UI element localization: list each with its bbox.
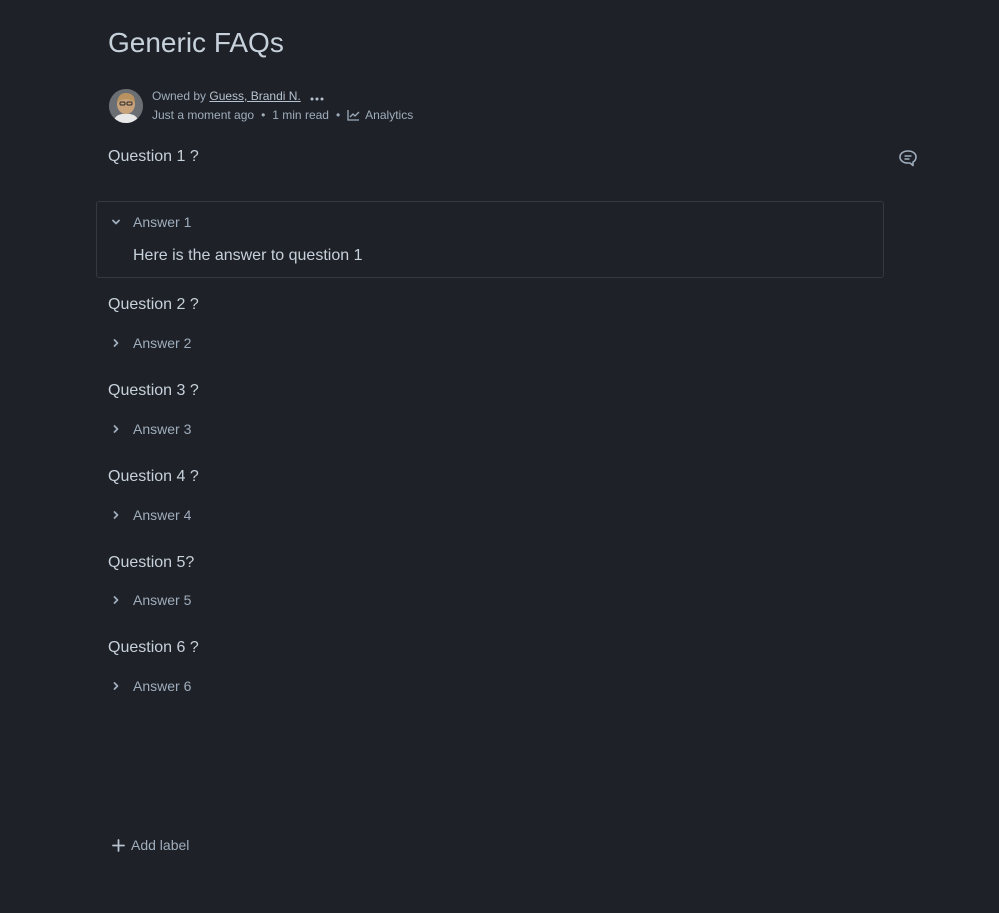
question-heading: Question 6 ? [108, 639, 199, 656]
chevron-right-icon [113, 511, 119, 519]
chevron-right-icon [113, 425, 119, 433]
page-title: Generic FAQs [108, 27, 284, 58]
add-label-button[interactable]: Add label [112, 837, 189, 853]
owned-by-label: Owned by [152, 89, 207, 103]
question-heading: Question 2 ? [108, 296, 199, 313]
expand-title: Answer 4 [133, 507, 192, 523]
add-label-text: Add label [131, 837, 190, 853]
chevron-right-icon [113, 339, 119, 347]
expand-title: Answer 6 [133, 678, 192, 694]
question-heading: Question 4 ? [108, 468, 199, 485]
confluence-page: Generic FAQs Owned by Guess, Brandi N. J… [0, 0, 999, 913]
expand-toggle[interactable]: Answer 6 [110, 676, 191, 696]
expand-title: Answer 3 [133, 421, 192, 437]
chevron-down-icon [112, 219, 120, 225]
expand-toggle[interactable]: Answer 2 [110, 333, 191, 353]
read-time: 1 min read [272, 108, 329, 122]
separator-dot: • [335, 108, 341, 122]
expand-toggle[interactable]: Answer 1 [110, 212, 191, 232]
expand-title: Answer 5 [133, 592, 192, 608]
question-heading: Question 3 ? [108, 382, 199, 399]
comment-icon[interactable] [898, 149, 918, 172]
owner-line: Owned by Guess, Brandi N. [152, 89, 324, 104]
expand-title: Answer 1 [133, 214, 192, 230]
answer-text: Here is the answer to question 1 [133, 247, 363, 264]
avatar[interactable] [109, 89, 143, 123]
owner-link[interactable]: Guess, Brandi N. [209, 89, 300, 103]
separator-dot: • [261, 108, 266, 122]
page-meta-line: Just a moment ago • 1 min read • Analytics [152, 108, 413, 122]
last-updated: Just a moment ago [152, 108, 255, 122]
expand-toggle[interactable]: Answer 3 [110, 419, 191, 439]
chevron-right-icon [113, 682, 119, 690]
question-heading: Question 1 ? [108, 148, 199, 165]
expand-toggle[interactable]: Answer 5 [110, 590, 191, 610]
analytics-label: Analytics [365, 108, 414, 122]
expand-toggle[interactable]: Answer 4 [110, 505, 191, 525]
more-horizontal-icon[interactable] [310, 90, 324, 104]
chevron-right-icon [113, 596, 119, 604]
plus-icon [112, 838, 125, 852]
expand-panel [96, 201, 884, 278]
line-chart-icon [347, 110, 360, 121]
expand-title: Answer 2 [133, 335, 192, 351]
analytics-link[interactable]: Analytics [347, 108, 413, 122]
question-heading: Question 5? [108, 554, 195, 571]
